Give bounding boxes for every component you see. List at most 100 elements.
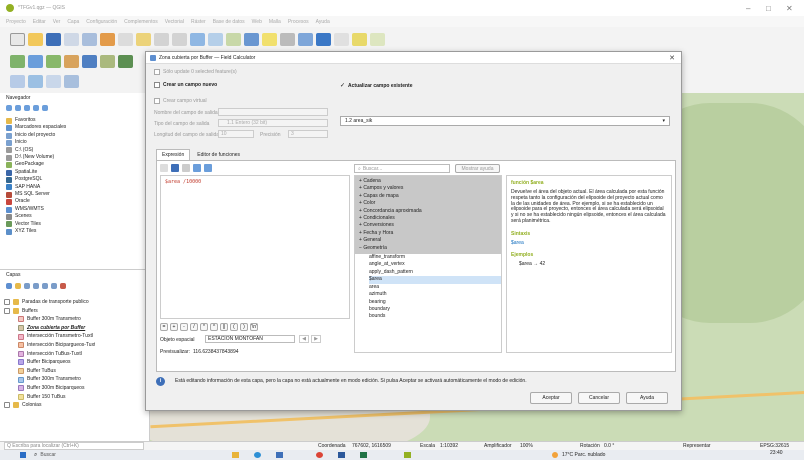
show-help-button[interactable]: Mostrar ayuda — [455, 164, 500, 173]
function-group-expanded[interactable]: − Geometría — [359, 245, 501, 252]
edit-icon[interactable] — [82, 55, 97, 68]
existing-field-select[interactable]: 1.2 area_sik ▾ — [340, 116, 670, 126]
open-data-source-manager-icon[interactable] — [10, 75, 25, 88]
browser-item[interactable]: Favoritos — [6, 117, 66, 124]
layer-item[interactable]: Buffer 150 TuBus — [4, 393, 95, 402]
clock-time[interactable]: 23:40 — [770, 450, 783, 456]
browser-item[interactable]: Inicio del proyecto — [6, 132, 66, 139]
add-point-icon[interactable] — [46, 55, 61, 68]
start-icon[interactable] — [20, 452, 26, 458]
add-vector-icon[interactable] — [28, 55, 43, 68]
checkbox-icon[interactable] — [4, 299, 10, 306]
new-project-icon[interactable] — [10, 33, 25, 46]
restore-icon[interactable]: □ — [766, 4, 771, 13]
precision-spinbox[interactable]: 3 — [288, 130, 328, 138]
collapse-all-layers-icon[interactable] — [51, 283, 57, 289]
menu-vector[interactable]: Vectorial — [165, 19, 184, 25]
layout-manager-icon[interactable] — [82, 33, 97, 46]
browser-item[interactable]: XYZ Tiles — [6, 228, 66, 235]
browser-item[interactable]: Marcadores espaciales — [6, 124, 66, 132]
layer-item[interactable]: Buffer 300m Transmetro — [4, 315, 95, 324]
tab-function-editor[interactable]: Editor de funciones — [192, 150, 245, 160]
menu-plugins[interactable]: Complementos — [124, 19, 158, 25]
menu-edit[interactable]: Editar — [33, 19, 46, 25]
tab-expression[interactable]: Expresión — [156, 149, 191, 160]
store-icon[interactable] — [276, 452, 283, 458]
virtual-field-checkbox[interactable]: Crear campo virtual — [154, 98, 207, 104]
layer-item[interactable]: Buffer 300m Biciparqueos — [4, 384, 95, 393]
filter-icon[interactable] — [24, 105, 30, 111]
create-new-field-checkbox[interactable]: Crear un campo nuevo — [154, 82, 217, 88]
layer-item[interactable]: Buffer Biciparqueos — [4, 358, 95, 367]
operator-multiply-button[interactable]: * — [200, 323, 208, 331]
browser-item[interactable]: WMS/WMTS — [6, 206, 66, 213]
word-icon[interactable] — [338, 452, 345, 458]
layer-group[interactable]: Buffers — [4, 307, 95, 316]
layer-group[interactable]: Paradas de transporte publico — [4, 298, 95, 307]
accept-button[interactable]: Aceptar — [530, 392, 572, 404]
operator-divide-button[interactable]: / — [190, 323, 198, 331]
magnifier-value[interactable]: 100% — [520, 443, 533, 449]
layer-item[interactable]: Intersección Bicipargueos-Tuxt — [4, 341, 95, 350]
layer-item[interactable]: Buffer 300m Transmetro — [4, 375, 95, 384]
function-item[interactable]: area — [369, 284, 501, 291]
layer-group[interactable]: Colonias — [4, 401, 95, 410]
expression-editor[interactable]: $area /10000 — [160, 175, 350, 319]
enable-properties-icon[interactable] — [42, 105, 48, 111]
add-selected-layers-icon[interactable] — [15, 105, 21, 111]
crs-button[interactable]: EPSG:32615 — [760, 443, 789, 449]
menu-mesh[interactable]: Malla — [269, 19, 281, 25]
map-tips-icon[interactable] — [370, 33, 385, 46]
pan-to-selection-icon[interactable] — [136, 33, 151, 46]
weather-text[interactable]: 17°C Parc. nublado — [562, 452, 605, 458]
function-group[interactable]: + General — [359, 237, 501, 244]
checked-icon[interactable]: ✓ — [340, 82, 345, 89]
dialog-close-icon[interactable]: ✕ — [669, 54, 675, 62]
taskbar-search[interactable]: Buscar — [40, 452, 56, 458]
output-name-input[interactable] — [218, 108, 328, 116]
feature-select[interactable]: ESTACIÓN MONTOFAN — [205, 335, 295, 343]
layer-item[interactable]: Intersección TuBus-Tuxtl — [4, 350, 95, 359]
add-group-icon[interactable] — [15, 283, 21, 289]
browser-item[interactable]: C:\ (OS) — [6, 147, 66, 154]
menu-help[interactable]: Ayuda — [316, 19, 330, 25]
edge-icon[interactable] — [254, 452, 261, 458]
only-selected-checkbox[interactable]: Sólo update 0 selected feature(s) — [154, 69, 237, 75]
scale-value[interactable]: 1:10392 — [440, 443, 458, 449]
locator-bar[interactable]: Q Escriba para localizar (Ctrl+K) — [4, 442, 144, 450]
statistics-icon[interactable] — [316, 33, 331, 46]
coordinate-value[interactable]: 767602, 1616509 — [352, 443, 391, 449]
browser-item[interactable]: Vector Tiles — [6, 221, 66, 228]
add-line-icon[interactable] — [64, 55, 79, 68]
menu-settings[interactable]: Configuración — [86, 19, 117, 25]
style-manager-icon[interactable] — [100, 33, 115, 46]
open-project-icon[interactable] — [28, 33, 43, 46]
function-group[interactable]: + Fecha y Hora — [359, 230, 501, 237]
render-checkbox[interactable]: Representar — [683, 443, 711, 449]
measure-icon[interactable] — [280, 33, 295, 46]
function-group[interactable]: + Campos y valores — [359, 185, 501, 192]
output-type-select[interactable]: 1.1 Entero (32 bit) — [218, 119, 328, 127]
menu-database[interactable]: Base de datos — [213, 19, 245, 25]
print-layout-icon[interactable] — [64, 33, 79, 46]
function-group[interactable]: + Conversiones — [359, 222, 501, 229]
layer-item[interactable]: Buffer TuBus — [4, 367, 95, 376]
function-item[interactable]: apply_dash_pattern — [369, 269, 501, 276]
menu-raster[interactable]: Ráster — [191, 19, 206, 25]
refresh-icon[interactable] — [6, 105, 12, 111]
save-project-icon[interactable] — [46, 33, 61, 46]
function-item[interactable]: azimuth — [369, 291, 501, 298]
operator-open-paren-button[interactable]: ( — [230, 323, 238, 331]
digitize-icon[interactable] — [10, 55, 25, 68]
function-list[interactable]: + Cadena + Campos y valores + Capas de m… — [354, 175, 502, 353]
function-group[interactable]: + Concordancia aproximada — [359, 208, 501, 215]
function-item[interactable]: affine_transform — [369, 254, 501, 261]
annotation-icon[interactable] — [352, 33, 367, 46]
minimize-icon[interactable]: – — [746, 4, 750, 13]
open-layer-styling-icon[interactable] — [6, 283, 12, 289]
italic-icon[interactable] — [182, 164, 190, 172]
rotation-value[interactable]: 0.0 ° — [604, 443, 614, 449]
checkbox-icon[interactable] — [4, 307, 10, 314]
function-item-selected[interactable]: $area — [369, 276, 501, 284]
qgis-taskbar-icon[interactable] — [404, 452, 411, 458]
